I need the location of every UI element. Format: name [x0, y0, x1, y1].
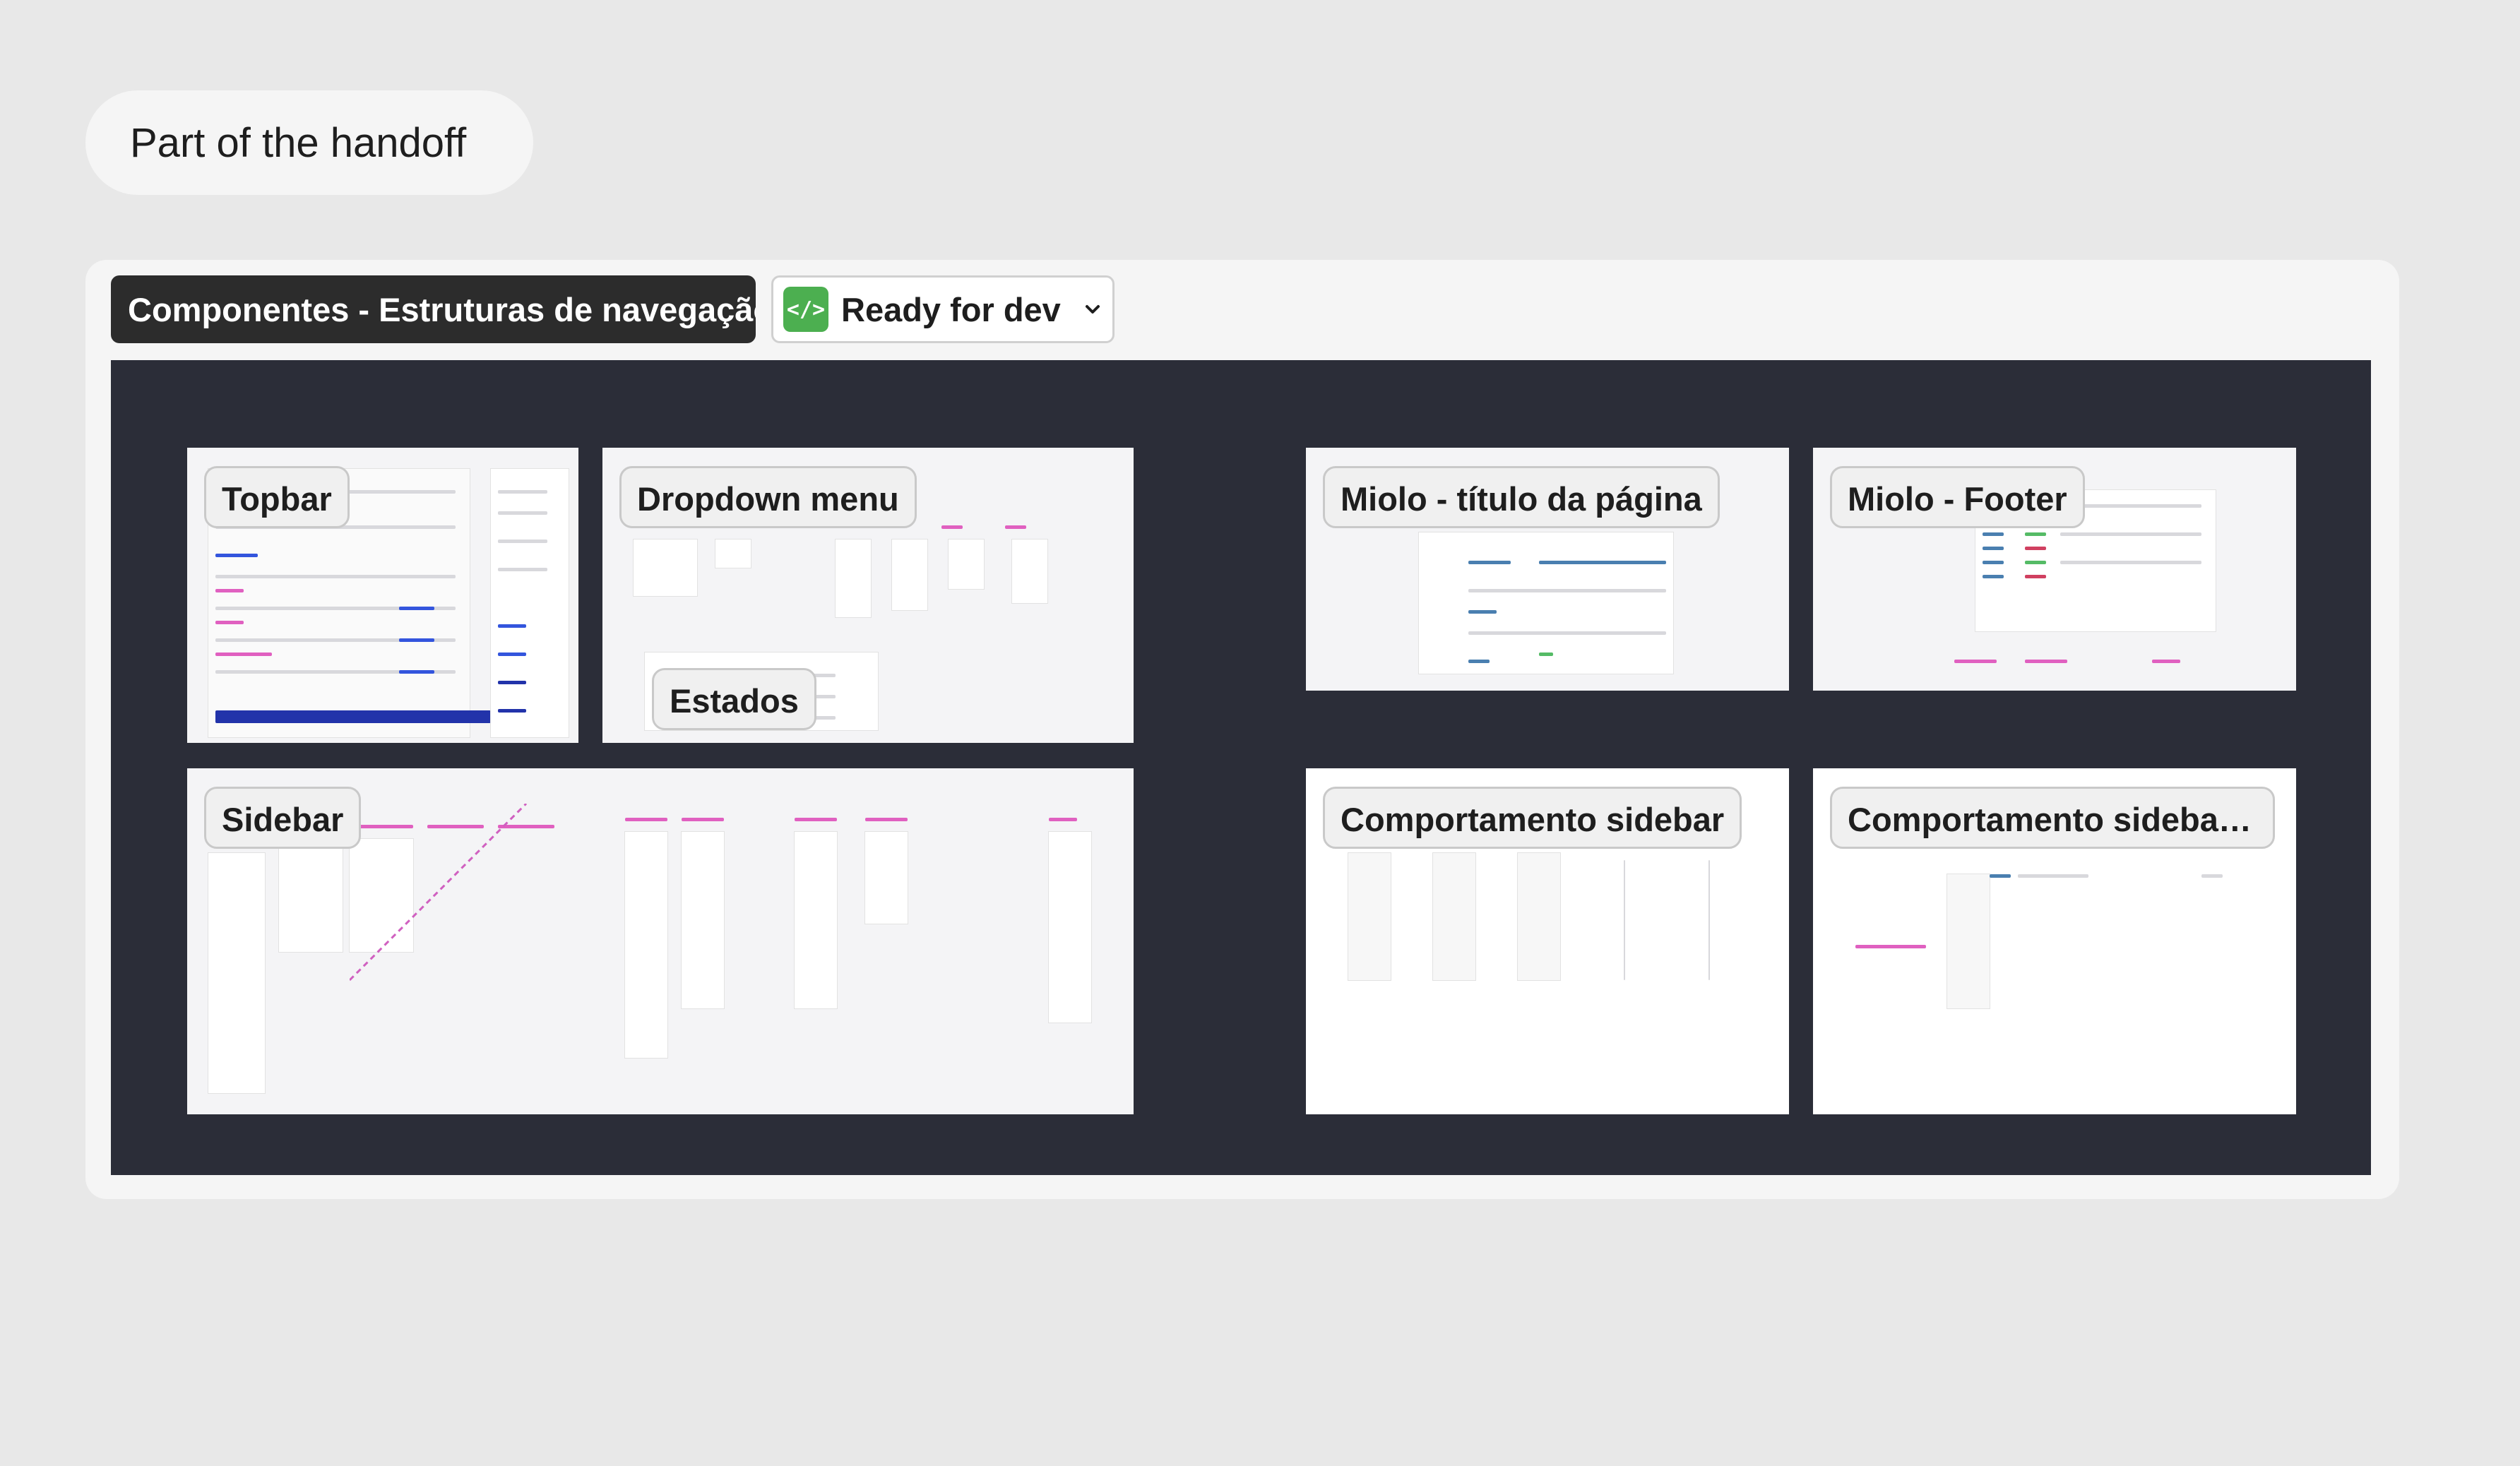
frame-label: Dropdown menu [619, 466, 917, 528]
frame-miolo-titulo[interactable]: Miolo - título da página [1306, 448, 1789, 691]
frame-dropdown-menu[interactable]: Dropdown menu Estados [602, 448, 1134, 743]
frame-miolo-footer[interactable]: Miolo - Footer [1813, 448, 2296, 691]
chevron-down-icon [1082, 299, 1103, 320]
frame-label: Miolo - Footer [1830, 466, 2085, 528]
code-icon: </> [783, 287, 828, 332]
frame-comportamento-sidebar-plus[interactable]: Comportamento sidebar+... [1813, 768, 2296, 1114]
section-label-text: Part of the handoff [130, 119, 467, 166]
status-dropdown[interactable]: </> Ready for dev [771, 275, 1115, 343]
status-label: Ready for dev [841, 290, 1061, 328]
frame-title[interactable]: Componentes - Estruturas de navegação [111, 275, 756, 343]
frame-label: Topbar [204, 466, 350, 528]
frame-title-text: Componentes - Estruturas de navegação [128, 290, 756, 328]
frame-label: Miolo - título da página [1323, 466, 1720, 528]
frame-label: Comportamento sidebar+... [1830, 787, 2275, 849]
frame-comportamento-sidebar[interactable]: Comportamento sidebar [1306, 768, 1789, 1114]
canvas-board: Topbar Dropdown menu Estados Miolo - tít… [111, 360, 2371, 1175]
frame-label: Comportamento sidebar [1323, 787, 1742, 849]
section-label: Part of the handoff [85, 90, 533, 195]
frame-sidebar[interactable]: Sidebar [187, 768, 1134, 1114]
frame-label: Sidebar [204, 787, 362, 849]
frame-topbar[interactable]: Topbar [187, 448, 578, 743]
sub-frame-label-estados: Estados [652, 668, 816, 730]
